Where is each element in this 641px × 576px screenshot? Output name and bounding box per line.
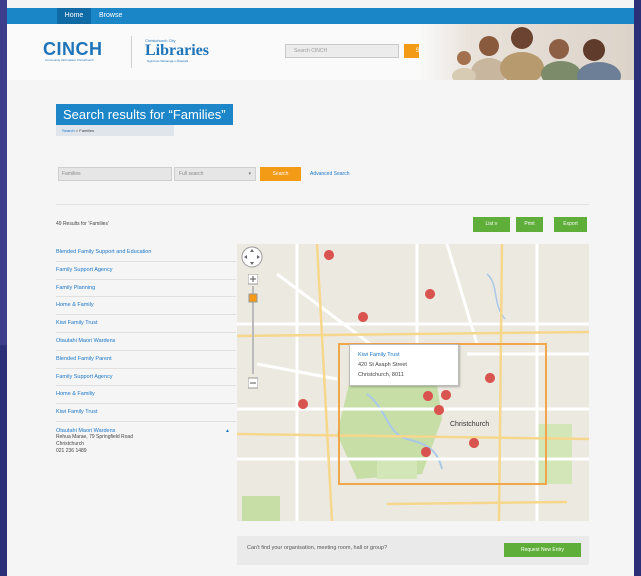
popup-city: Christchurch, 8011 [358, 372, 404, 378]
main-content: Search results for “Families” Search > F… [7, 80, 634, 576]
list-item[interactable]: Blended Family Parent [56, 351, 236, 369]
expanded-item-address: Rehua Marae, 79 Springfield Road [56, 433, 133, 440]
popup-address: 420 St Asaph Street [358, 362, 407, 368]
list-item[interactable]: Blended Family Support and Education [56, 244, 236, 262]
header-search-input[interactable]: Search CINCH [285, 44, 399, 58]
expanded-list-item[interactable]: Otautahi Maori Wardens Rehua Marae, 79 S… [56, 422, 236, 466]
map-zoom-slider[interactable] [248, 274, 258, 389]
list-icon: ≡ [494, 221, 498, 227]
logo-divider [131, 36, 132, 68]
nav-home-tab[interactable]: Home [57, 8, 91, 24]
cinch-logo-subtitle: Community Information Christchurch [45, 58, 94, 62]
list-item[interactable]: Family Planning [56, 280, 236, 298]
park-area-south [377, 459, 417, 479]
search-type-value: Full search [179, 171, 204, 177]
list-item[interactable]: Kiwi Family Trust [56, 404, 236, 422]
request-entry-banner: Can't find your organisation, meeting ro… [237, 536, 589, 565]
map-city-label: Christchurch [450, 421, 490, 428]
results-list: Blended Family Support and Education Fam… [56, 244, 236, 466]
collapse-arrow-icon[interactable]: ▲ [225, 428, 230, 434]
top-navigation: Home Browse [7, 8, 634, 24]
results-count: 49 Results for ‘Families’ [56, 221, 110, 227]
export-button[interactable]: Export [554, 217, 587, 232]
list-item[interactable]: Home & Family [56, 297, 236, 316]
cinch-logo[interactable]: CINCH [43, 39, 103, 60]
background-margin [0, 0, 7, 345]
expanded-item-city: Christchurch [56, 440, 85, 447]
search-input[interactable]: Families [58, 167, 172, 181]
expanded-item-phone: 021 236 1489 [56, 447, 87, 454]
print-button[interactable]: Print [516, 217, 543, 232]
list-item[interactable]: Home & Familiy [56, 386, 236, 405]
divider [56, 204, 589, 205]
popup-title-link[interactable]: Kiwi Family Trust [358, 350, 450, 360]
library-logo-subtitle: Ngā Kete Wānanga-o-Ōtautahi [147, 59, 189, 63]
park-area-east [537, 424, 572, 484]
search-type-select[interactable]: Full search ▾ [174, 167, 256, 181]
list-button-label: List [485, 221, 494, 227]
advanced-search-link[interactable]: Advanced Search [310, 167, 349, 181]
webpage: Home Browse CINCH Community Information … [7, 0, 634, 576]
breadcrumb-current: Families [79, 128, 95, 133]
breadcrumb-link-search[interactable]: Search [62, 128, 75, 133]
list-item[interactable]: Family Support Agency [56, 262, 236, 280]
map-info-popup: Kiwi Family Trust 420 St Asaph Street Ch… [349, 344, 459, 386]
results-map[interactable]: Kiwi Family Trust 420 St Asaph Street Ch… [237, 244, 589, 521]
request-new-entry-button[interactable]: Request New Entry [504, 543, 581, 557]
search-button[interactable]: Search [260, 167, 301, 181]
banner-text: Can't find your organisation, meeting ro… [247, 545, 388, 551]
map-pan-control-icon[interactable] [241, 246, 263, 268]
list-item[interactable]: Family Support Agency [56, 369, 236, 387]
page-title: Search results for “Families” [56, 104, 233, 125]
breadcrumb: Search > Families [56, 125, 174, 136]
family-photo [419, 24, 634, 80]
chevron-down-icon: ▾ [248, 171, 251, 177]
park-area-small [242, 496, 280, 521]
list-item[interactable]: Otautahi Maori Wardens [56, 333, 236, 351]
list-item[interactable]: Kiwi Family Trust [56, 315, 236, 333]
site-header: CINCH Community Information Christchurch… [7, 24, 634, 80]
list-view-button[interactable]: List ≡ [473, 217, 510, 232]
nav-browse-tab[interactable]: Browse [99, 8, 122, 24]
library-logo[interactable]: Libraries [145, 42, 209, 60]
